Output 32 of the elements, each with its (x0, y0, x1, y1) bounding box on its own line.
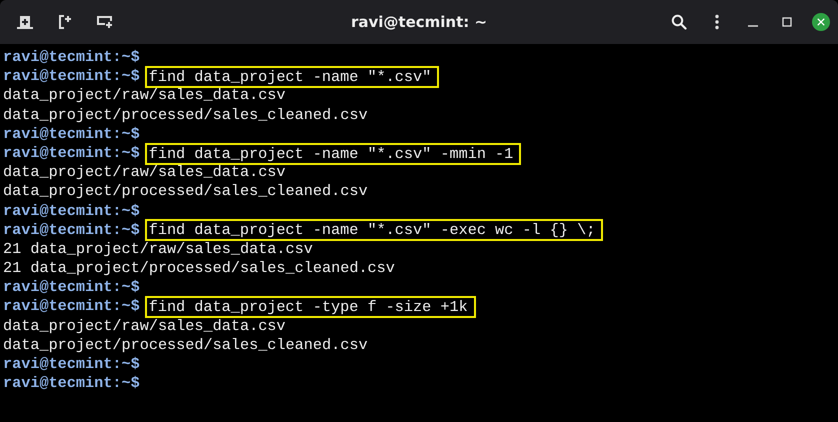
output-text: data_project/raw/sales_data.csv (3, 86, 286, 106)
output-text: data_project/raw/sales_data.csv (3, 163, 286, 182)
minimize-icon (748, 25, 758, 27)
split-add-icon (58, 14, 72, 30)
command-text: find data_project -name "*.csv" -mmin -1 (144, 142, 522, 165)
command-text: find data_project -name "*.csv" (144, 66, 440, 88)
window-title: ravi@tecmint: ~ (350, 13, 488, 31)
output-text: 21 data_project/raw/sales_data.csv (3, 240, 313, 260)
window-add-icon (97, 15, 113, 29)
close-icon (817, 18, 825, 26)
shell-prompt: ravi@tecmint:~$ (3, 297, 140, 317)
maximize-icon (782, 17, 792, 27)
new-tab-icon (17, 15, 33, 29)
shell-prompt: ravi@tecmint:~$ (3, 48, 140, 68)
output-text: 21 data_project/processed/sales_cleaned.csv (3, 259, 395, 278)
shell-prompt: ravi@tecmint:~$ (3, 124, 140, 144)
command-text: find data_project -type f -size +1k (144, 296, 476, 318)
shell-prompt: ravi@tecmint:~$ (3, 355, 140, 374)
shell-prompt: ravi@tecmint:~$ (3, 374, 140, 394)
command-text: find data_project -name "*.csv" -exec wc -l {} \; (144, 219, 604, 242)
output-text: data_project/processed/sales_cleaned.csv (3, 336, 368, 356)
shell-prompt: ravi@tecmint:~$ (3, 144, 140, 164)
shell-prompt: ravi@tecmint:~$ (3, 202, 140, 221)
close-button[interactable] (812, 13, 830, 31)
menu-icon (714, 14, 720, 30)
shell-prompt: ravi@tecmint:~$ (3, 278, 140, 298)
shell-prompt: ravi@tecmint:~$ (3, 67, 140, 86)
output-text: data_project/processed/sales_cleaned.csv (3, 182, 368, 202)
output-text: data_project/processed/sales_cleaned.csv (3, 106, 368, 125)
shell-prompt: ravi@tecmint:~$ (3, 220, 140, 240)
output-text: data_project/raw/sales_data.csv (3, 316, 286, 336)
search-icon (671, 14, 687, 30)
